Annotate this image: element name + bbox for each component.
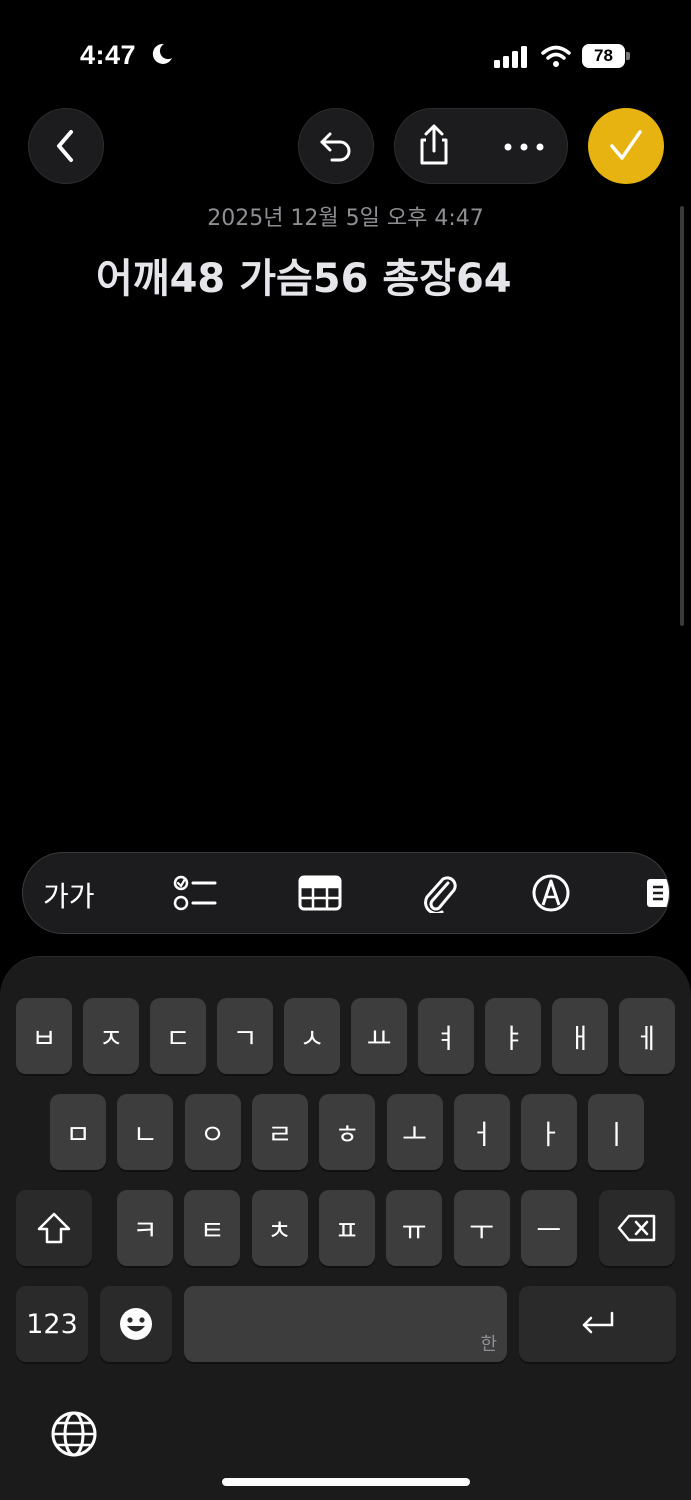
space-key[interactable]: 한 [184,1286,507,1362]
key-ㅇ[interactable]: ㅇ [184,1094,241,1170]
cellular-signal-icon [494,46,527,68]
checklist-icon[interactable] [173,873,217,913]
share-more-group [394,108,568,184]
key-ㅌ[interactable]: ㅌ [184,1190,241,1266]
key-ㄷ[interactable]: ㄷ [150,998,206,1074]
key-ㅁ[interactable]: ㅁ [50,1094,106,1170]
scroll-indicator[interactable] [680,206,684,626]
wifi-icon [541,45,571,67]
text-style-button[interactable]: 가가 [43,875,95,915]
key-ㅕ[interactable]: ㅕ [418,998,474,1074]
more-tools-icon[interactable] [645,873,670,913]
numbers-key[interactable]: 123 [16,1286,88,1362]
key-ㄹ[interactable]: ㄹ [251,1094,308,1170]
space-language-label: 한 [480,1334,497,1355]
key-ㄴ[interactable]: ㄴ [117,1094,174,1170]
key-ㅎ[interactable]: ㅎ [319,1094,376,1170]
key-ㅂ[interactable]: ㅂ [16,998,72,1074]
home-indicator[interactable] [222,1478,470,1486]
key-ㅔ[interactable]: ㅔ [619,998,675,1074]
key-ㅑ[interactable]: ㅑ [485,998,541,1074]
formatting-toolbar: 가가 [22,852,670,934]
checkmark-icon [610,130,642,160]
shift-icon [37,1212,71,1244]
battery-icon: 78 [582,44,630,68]
return-key[interactable] [519,1286,676,1362]
paperclip-icon[interactable] [418,873,462,913]
key-ㅛ[interactable]: ㅛ [351,998,407,1074]
return-icon [582,1311,613,1334]
ellipsis-icon[interactable] [499,133,549,161]
key-ㅓ[interactable]: ㅓ [453,1094,510,1170]
status-time: 4:47 [80,40,137,70]
backspace-key[interactable] [599,1190,675,1266]
key-ㅗ[interactable]: ㅗ [386,1094,443,1170]
emoji-key[interactable] [100,1286,172,1362]
battery-level: 78 [582,44,625,68]
shift-key[interactable] [16,1190,92,1266]
done-button[interactable] [588,108,664,184]
moon-icon [152,43,172,64]
share-icon[interactable] [411,123,457,169]
key-ㅣ[interactable]: ㅣ [588,1094,645,1170]
key-ㅠ[interactable]: ㅠ [386,1190,443,1266]
key-ㅏ[interactable]: ㅏ [521,1094,578,1170]
chevron-left-icon [57,130,73,162]
note-title[interactable]: 어깨48 가슴56 총장64 [96,246,512,304]
undo-icon [320,132,351,162]
undo-button[interactable] [298,108,374,184]
key-ㅅ[interactable]: ㅅ [284,998,340,1074]
key-ㅜ[interactable]: ㅜ [453,1190,510,1266]
backspace-icon [617,1214,656,1242]
key-ㅍ[interactable]: ㅍ [318,1190,375,1266]
key-ㅈ[interactable]: ㅈ [83,998,139,1074]
key-ㅡ[interactable]: ㅡ [520,1190,577,1266]
globe-icon[interactable] [48,1408,100,1460]
key-ㅋ[interactable]: ㅋ [117,1190,173,1266]
key-ㄱ[interactable]: ㄱ [217,998,273,1074]
table-icon[interactable] [298,873,342,913]
emoji-icon [120,1308,152,1340]
note-date: 2025년 12월 5일 오후 4:47 [207,206,484,231]
key-ㅊ[interactable]: ㅊ [251,1190,308,1266]
back-button[interactable] [28,108,104,184]
markup-pen-icon[interactable] [529,873,573,913]
key-ㅐ[interactable]: ㅐ [552,998,608,1074]
